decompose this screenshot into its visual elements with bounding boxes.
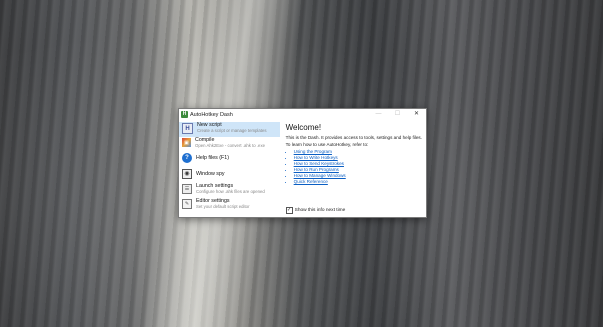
new-script-icon: H [182, 123, 193, 134]
menu-item-new-script[interactable]: H New script Create a script or manage t… [179, 122, 280, 138]
menu-item-title: Window spy [196, 170, 225, 177]
link-quick-reference[interactable]: Quick Reference [294, 179, 328, 184]
welcome-heading: Welcome! [285, 123, 322, 132]
window-title: AutoHotkey Dash [190, 111, 233, 118]
menu-item-subtitle: Open Ahk2Exe - convert .ahk to .exe [195, 143, 265, 149]
menu-item-subtitle: Set your default script editor [196, 204, 250, 210]
help-links-list: Using the Program How to Write Hotkeys H… [286, 149, 422, 186]
show-info-next-time-option[interactable]: ✓ Show this info next time [285, 207, 346, 214]
menu-item-help-files[interactable]: ? Help files (F1) [179, 152, 280, 167]
menu-item-subtitle: Configure how .ahk files are opened [196, 189, 265, 195]
maximize-button[interactable]: ☐ [388, 109, 407, 120]
autohotkey-app-icon: H [181, 111, 188, 118]
minimize-button[interactable]: — [369, 109, 388, 120]
list-item: Quick Reference [294, 179, 422, 185]
help-icon: ? [182, 153, 192, 164]
show-info-checkbox[interactable]: ✓ [285, 207, 293, 214]
title-bar[interactable]: H AutoHotkey Dash — ☐ ✕ [179, 109, 426, 120]
editor-settings-icon: ✎ [182, 198, 192, 209]
link-how-to-manage-windows[interactable]: How to Manage Windows [294, 173, 346, 178]
menu-item-title: Help files (F1) [196, 155, 229, 162]
autohotkey-dash-window: H AutoHotkey Dash — ☐ ✕ H New script Cre… [178, 108, 427, 218]
welcome-learn-text: To learn how to use AutoHotkey, refer to… [285, 142, 369, 147]
compile-icon: ▣ [182, 138, 191, 148]
link-how-to-write-hotkeys[interactable]: How to Write Hotkeys [294, 155, 338, 160]
link-how-to-send-keystrokes[interactable]: How to Send Keystrokes [294, 161, 344, 166]
menu-item-compile[interactable]: ▣ Compile Open Ahk2Exe - convert .ahk to… [179, 137, 280, 152]
show-info-label: Show this info next time [294, 208, 346, 213]
link-using-the-program[interactable]: Using the Program [294, 149, 332, 154]
menu-item-launch-settings[interactable]: ☰ Launch settings Configure how .ahk fil… [179, 183, 280, 198]
menu-item-editor-settings[interactable]: ✎ Editor settings Set your default scrip… [179, 198, 280, 213]
launch-settings-icon: ☰ [182, 183, 192, 194]
menu-item-window-spy[interactable]: ◉ Window spy [179, 168, 280, 183]
welcome-intro: This is the Dash. It provides access to … [285, 135, 422, 140]
menu-item-subtitle: Create a script or manage templates [197, 128, 267, 134]
dash-menu: H New script Create a script or manage t… [179, 120, 280, 217]
welcome-panel: Welcome! This is the Dash. It provides a… [280, 120, 426, 217]
window-spy-icon: ◉ [182, 168, 192, 179]
link-how-to-run-programs[interactable]: How to Run Programs [294, 167, 339, 172]
close-button[interactable]: ✕ [407, 109, 426, 120]
